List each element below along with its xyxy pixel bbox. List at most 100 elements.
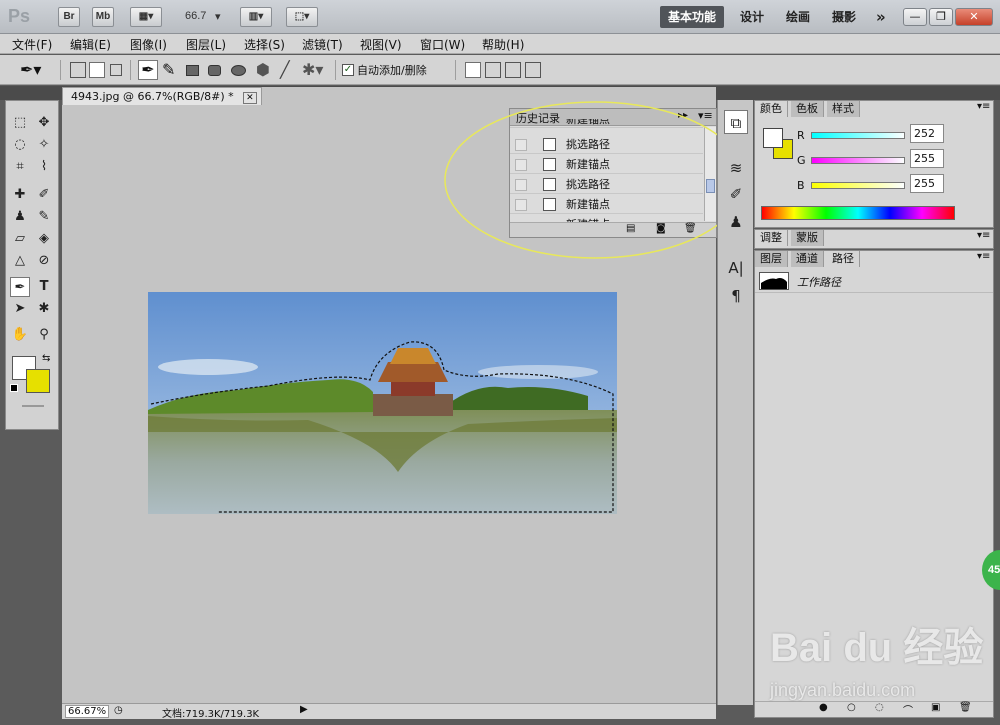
more-workspaces-icon[interactable]: » <box>868 6 894 28</box>
lasso-tool-icon[interactable]: ◌ <box>10 135 30 155</box>
fill-pixels-icon[interactable] <box>110 64 122 76</box>
crop-tool-icon[interactable]: ⌗ <box>10 157 30 177</box>
r-slider[interactable] <box>811 132 905 139</box>
eyedropper-icon[interactable]: ⌇ <box>34 157 54 177</box>
bridge-button[interactable]: Br <box>58 7 80 27</box>
move-tool-icon[interactable]: ✥ <box>34 113 54 133</box>
exclude-shapes-icon[interactable] <box>525 62 541 78</box>
stroke-path-icon[interactable]: ○ <box>847 702 856 713</box>
shape-tool-icon[interactable]: ✱ <box>34 299 54 319</box>
document-image[interactable] <box>148 292 617 514</box>
arrange-documents-button[interactable]: ▥▾ <box>240 7 272 27</box>
screen-mode-button[interactable]: ⬚▾ <box>286 7 318 27</box>
menu-window[interactable]: 窗口(W) <box>420 36 465 53</box>
polygon-tool-icon[interactable]: ⬢ <box>256 60 270 79</box>
tab-paths[interactable]: 路径 <box>827 251 860 267</box>
menu-select[interactable]: 选择(S) <box>244 36 285 53</box>
default-colors-icon[interactable] <box>10 384 18 392</box>
clone-stamp-icon[interactable]: ♟ <box>10 207 30 227</box>
make-path-icon[interactable]: ⌒ <box>903 702 913 717</box>
status-icon[interactable]: ◷ <box>114 705 123 716</box>
b-value[interactable]: 255 <box>910 174 944 193</box>
tab-adjustments[interactable]: 调整 <box>755 230 788 246</box>
menu-file[interactable]: 文件(F) <box>12 36 52 53</box>
pen-tool-preset-icon[interactable]: ✒▾ <box>20 60 41 79</box>
new-path-icon[interactable]: ▣ <box>931 702 940 713</box>
menu-view[interactable]: 视图(V) <box>360 36 402 53</box>
mini-bridge-button[interactable]: Mb <box>92 7 114 27</box>
eraser-icon[interactable]: ▱ <box>10 229 30 249</box>
history-brush-icon[interactable]: ✎ <box>34 207 54 227</box>
intersect-shapes-icon[interactable] <box>505 62 521 78</box>
brush-dock-icon[interactable]: ✐ <box>724 182 748 206</box>
panel-menu-icon[interactable]: ▾≡ <box>977 230 990 241</box>
paint-bucket-icon[interactable]: ◈ <box>34 229 54 249</box>
zoom-tool-icon[interactable]: ⚲ <box>34 325 54 345</box>
path-row[interactable]: 工作路径 <box>755 269 993 293</box>
load-selection-icon[interactable]: ◌ <box>875 702 884 713</box>
minimize-button[interactable]: — <box>903 8 927 26</box>
workspace-painting[interactable]: 绘画 <box>778 6 818 28</box>
fill-path-icon[interactable]: ● <box>819 702 828 713</box>
status-menu-icon[interactable]: ▶ <box>300 704 308 715</box>
status-zoom[interactable]: 66.67% <box>65 705 110 718</box>
menu-edit[interactable]: 编辑(E) <box>70 36 111 53</box>
close-tab-icon[interactable]: ✕ <box>243 92 257 104</box>
color-foreground-swatch[interactable] <box>763 128 783 148</box>
zoom-dropdown-icon[interactable]: ▾ <box>215 10 221 23</box>
rounded-rectangle-icon[interactable] <box>208 65 221 76</box>
tab-channels[interactable]: 通道 <box>791 251 824 267</box>
brush-tool-icon[interactable]: ✐ <box>34 185 54 205</box>
line-tool-icon[interactable]: ╱ <box>280 60 290 79</box>
g-slider[interactable] <box>811 157 905 164</box>
panel-menu-icon[interactable]: ▾≡ <box>977 101 990 112</box>
restore-button[interactable]: ❐ <box>929 8 953 26</box>
freeform-pen-icon[interactable]: ✎ <box>162 60 175 79</box>
menu-image[interactable]: 图像(I) <box>130 36 167 53</box>
r-value[interactable]: 252 <box>910 124 944 143</box>
workspace-essentials[interactable]: 基本功能 <box>660 6 725 28</box>
view-extras-button[interactable]: ▦▾ <box>130 7 162 27</box>
delete-path-icon[interactable]: 🗑 <box>959 702 972 713</box>
auto-add-delete-checkbox[interactable]: ✓ <box>342 64 354 76</box>
ellipse-tool-icon[interactable] <box>231 65 246 76</box>
color-spectrum[interactable] <box>761 206 955 220</box>
rectangle-tool-icon[interactable] <box>186 65 199 76</box>
tab-swatches[interactable]: 色板 <box>791 101 824 117</box>
combine-shapes-icon[interactable] <box>465 62 481 78</box>
quick-mask-icon[interactable] <box>22 405 44 407</box>
tab-color[interactable]: 颜色 <box>755 101 788 117</box>
marquee-tool-icon[interactable]: ⬚ <box>10 113 30 133</box>
subtract-shapes-icon[interactable] <box>485 62 501 78</box>
paths-mode-icon[interactable] <box>89 62 105 78</box>
menu-filter[interactable]: 滤镜(T) <box>302 36 343 53</box>
tab-layers[interactable]: 图层 <box>755 251 788 267</box>
brush-presets-icon[interactable]: ≋ <box>724 156 748 180</box>
tab-masks[interactable]: 蒙版 <box>791 230 824 246</box>
panel-menu-icon[interactable]: ▾≡ <box>977 251 990 262</box>
quick-select-icon[interactable]: ✧ <box>34 135 54 155</box>
clone-source-icon[interactable]: ♟ <box>724 210 748 234</box>
type-tool-icon[interactable]: T <box>34 277 54 297</box>
workspace-photography[interactable]: 摄影 <box>824 6 864 28</box>
b-slider[interactable] <box>811 182 905 189</box>
zoom-level[interactable]: 66.7 <box>185 10 206 22</box>
swap-colors-icon[interactable]: ⇆ <box>42 353 50 364</box>
tab-styles[interactable]: 样式 <box>827 101 860 117</box>
menu-help[interactable]: 帮助(H) <box>482 36 524 53</box>
custom-shape-icon[interactable]: ✱▾ <box>302 60 323 79</box>
shape-layers-icon[interactable] <box>70 62 86 78</box>
path-selection-icon[interactable]: ➤ <box>10 299 30 319</box>
g-value[interactable]: 255 <box>910 149 944 168</box>
history-dock-icon[interactable]: ⧉ <box>724 110 748 134</box>
character-icon[interactable]: A| <box>724 256 748 280</box>
hand-tool-icon[interactable]: ✋ <box>10 325 30 345</box>
document-tab[interactable]: 4943.jpg @ 66.7%(RGB/8#) * ✕ <box>62 87 262 105</box>
healing-brush-icon[interactable]: ✚ <box>10 185 30 205</box>
background-color-swatch[interactable] <box>26 369 50 393</box>
workspace-design[interactable]: 设计 <box>732 6 772 28</box>
dodge-tool-icon[interactable]: ⊘ <box>34 251 54 271</box>
blur-tool-icon[interactable]: △ <box>10 251 30 271</box>
pen-tool-icon[interactable]: ✒ <box>10 277 30 297</box>
paragraph-icon[interactable]: ¶ <box>724 284 748 308</box>
